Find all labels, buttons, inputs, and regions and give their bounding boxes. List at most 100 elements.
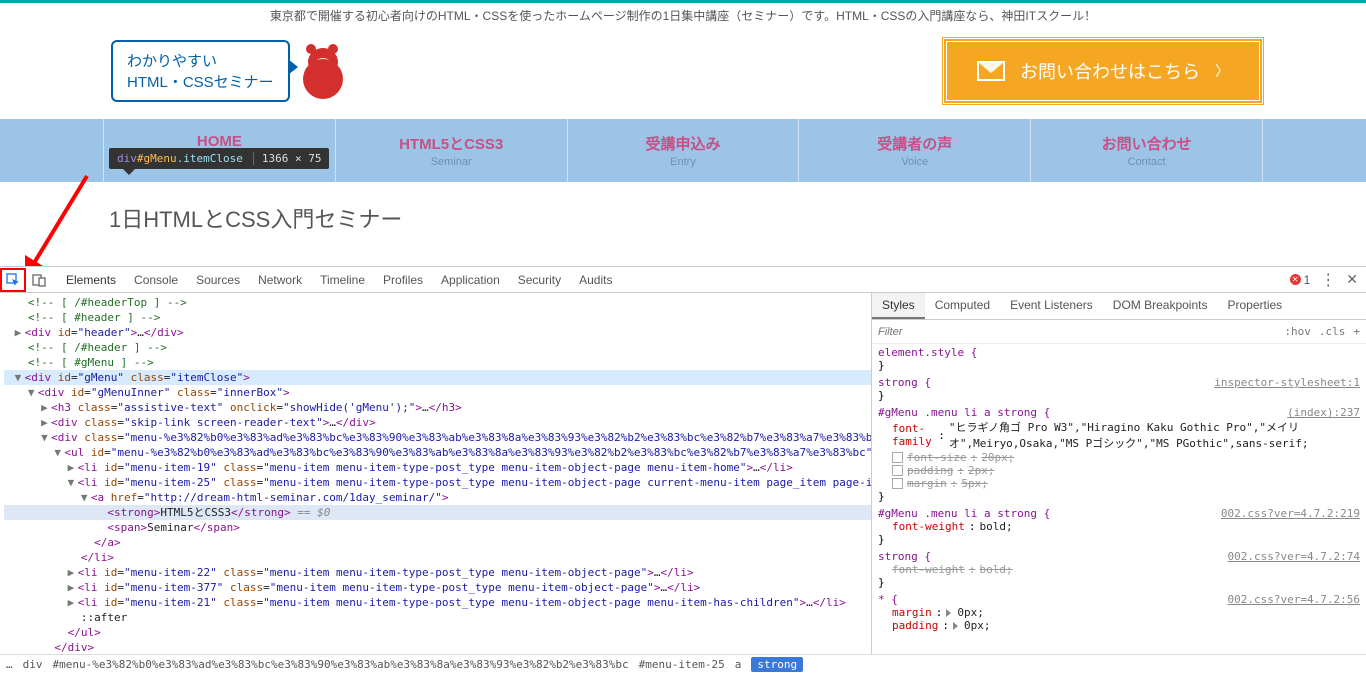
styles-tab-dombreakpoints[interactable]: DOM Breakpoints: [1103, 293, 1218, 319]
source-link[interactable]: 002.css?ver=4.7.2:219: [1221, 507, 1360, 520]
device-toolbar-button[interactable]: [26, 268, 52, 292]
tagline: 東京都で開催する初心者向けのHTML・CSSを使ったホームページ制作の1日集中講…: [0, 3, 1366, 28]
bubble-line1: わかりやすい: [127, 50, 274, 71]
breadcrumb: … div #menu-%e3%82%b0%e3%83%ad%e3%83%bc%…: [0, 654, 1366, 674]
crumb[interactable]: #menu-%e3%82%b0%e3%83%ad%e3%83%bc%e3%83%…: [53, 658, 629, 671]
property-checkbox[interactable]: [892, 465, 903, 476]
tab-application[interactable]: Application: [439, 268, 502, 292]
devtools-close-button[interactable]: ✕: [1346, 271, 1358, 288]
page-title: 1日HTMLとCSS入門セミナー: [103, 182, 1263, 234]
tab-security[interactable]: Security: [516, 268, 563, 292]
rule-strong-inspector[interactable]: strong {inspector-stylesheet:1 }: [878, 376, 1360, 402]
nav-item-label: HTML5とCSS3: [336, 133, 567, 154]
disclosure-triangle-icon[interactable]: ▼: [15, 370, 25, 385]
mascot-icon: [298, 44, 348, 99]
tab-network[interactable]: Network: [256, 268, 304, 292]
disclosure-triangle-icon[interactable]: ▼: [28, 385, 38, 400]
styles-tab-styles[interactable]: Styles: [872, 293, 925, 319]
devtools-tabs: Elements Console Sources Network Timelin…: [64, 268, 614, 292]
hov-toggle[interactable]: :hov: [1284, 325, 1311, 338]
logo-area: わかりやすい HTML・CSSセミナー: [111, 40, 348, 102]
mail-icon: [977, 61, 1005, 81]
tab-audits[interactable]: Audits: [577, 268, 614, 292]
styles-rules[interactable]: element.style { } strong {inspector-styl…: [872, 344, 1366, 654]
nav-item-sub: Voice: [799, 156, 1030, 168]
source-link[interactable]: 002.css?ver=4.7.2:74: [1228, 550, 1360, 563]
elements-tree[interactable]: <!-- [ /#headerTop ] --> <!-- [ #header …: [0, 293, 871, 654]
nav-item-seminar[interactable]: HTML5とCSS3 Seminar: [336, 119, 568, 182]
tab-elements[interactable]: Elements: [64, 268, 118, 292]
bubble-line2: HTML・CSSセミナー: [127, 71, 274, 92]
nav-item-label: お問い合わせ: [1031, 133, 1262, 154]
expand-icon[interactable]: [953, 622, 958, 630]
devtools-toolbar: Elements Console Sources Network Timelin…: [0, 267, 1366, 293]
disclosure-triangle-icon[interactable]: ▶: [68, 580, 78, 595]
disclosure-triangle-icon[interactable]: ▼: [81, 490, 91, 505]
tab-console[interactable]: Console: [132, 268, 180, 292]
disclosure-triangle-icon[interactable]: ▶: [68, 460, 78, 475]
crumb[interactable]: #menu-item-25: [639, 658, 725, 671]
tab-timeline[interactable]: Timeline: [318, 268, 367, 292]
speech-bubble: わかりやすい HTML・CSSセミナー: [111, 40, 290, 102]
styles-filter-input[interactable]: [878, 326, 1284, 338]
rule-strong-css[interactable]: strong {002.css?ver=4.7.2:74 font-weight…: [878, 550, 1360, 589]
source-link[interactable]: inspector-stylesheet:1: [1214, 376, 1360, 389]
rule-gmenu-strong-css[interactable]: #gMenu .menu li a strong {002.css?ver=4.…: [878, 507, 1360, 546]
selected-dom-node[interactable]: <strong>HTML5とCSS3</strong> == $0: [4, 505, 871, 520]
styles-panel: Styles Computed Event Listeners DOM Brea…: [871, 293, 1366, 654]
dom-comment: <!-- [ #gMenu ] -->: [28, 356, 154, 369]
styles-tab-computed[interactable]: Computed: [925, 293, 1000, 319]
nav-item-contact[interactable]: お問い合わせ Contact: [1031, 119, 1263, 182]
dom-comment: <!-- [ /#header ] -->: [28, 341, 167, 354]
styles-tab-eventlisteners[interactable]: Event Listeners: [1000, 293, 1103, 319]
contact-button[interactable]: お問い合わせはこちら 〉: [943, 38, 1263, 104]
contact-button-label: お問い合わせはこちら: [1020, 58, 1200, 84]
disclosure-triangle-icon[interactable]: ▶: [15, 325, 25, 340]
crumb[interactable]: a: [735, 658, 742, 671]
disclosure-triangle-icon[interactable]: ▶: [41, 415, 51, 430]
dom-comment: <!-- [ /#headerTop ] -->: [28, 296, 187, 309]
styles-tab-properties[interactable]: Properties: [1217, 293, 1292, 319]
new-style-button[interactable]: +: [1353, 325, 1360, 338]
disclosure-triangle-icon[interactable]: ▶: [68, 565, 78, 580]
chevron-right-icon: 〉: [1215, 61, 1229, 81]
nav-item-voice[interactable]: 受講者の声 Voice: [799, 119, 1031, 182]
error-count: 1: [1304, 273, 1311, 287]
disclosure-triangle-icon[interactable]: ▶: [41, 400, 51, 415]
nav-item-entry[interactable]: 受講申込み Entry: [568, 119, 800, 182]
tooltip-tag: div: [117, 152, 137, 165]
rule-universal[interactable]: * {002.css?ver=4.7.2:56 margin: 0px; pad…: [878, 593, 1360, 632]
inspect-element-button[interactable]: [0, 268, 26, 292]
styles-tabs: Styles Computed Event Listeners DOM Brea…: [872, 293, 1366, 320]
nav-item-sub: Contact: [1031, 156, 1262, 168]
disclosure-triangle-icon[interactable]: ▼: [54, 445, 64, 460]
disclosure-triangle-icon[interactable]: ▼: [68, 475, 78, 490]
crumb-active[interactable]: strong: [751, 657, 803, 672]
tab-sources[interactable]: Sources: [194, 268, 242, 292]
rule-gmenu-strong-index[interactable]: #gMenu .menu li a strong {(index):237 fo…: [878, 406, 1360, 503]
error-dot-icon: ✕: [1290, 274, 1301, 285]
nav-item-sub: Entry: [568, 156, 799, 168]
devtools-panel: Elements Console Sources Network Timelin…: [0, 266, 1366, 674]
source-link[interactable]: (index):237: [1287, 406, 1360, 419]
crumb[interactable]: div: [23, 658, 43, 671]
tooltip-class: .itemClose: [177, 152, 243, 165]
source-link[interactable]: 002.css?ver=4.7.2:56: [1228, 593, 1360, 606]
disclosure-triangle-icon[interactable]: ▶: [68, 595, 78, 610]
tab-profiles[interactable]: Profiles: [381, 268, 425, 292]
cls-toggle[interactable]: .cls: [1319, 325, 1346, 338]
crumb[interactable]: …: [6, 658, 13, 671]
disclosure-triangle-icon[interactable]: ▼: [41, 430, 51, 445]
tooltip-dimensions: 1366 × 75: [253, 152, 322, 165]
rule-element-style[interactable]: element.style { }: [878, 346, 1360, 372]
tooltip-id: #gMenu: [137, 152, 177, 165]
nav-item-label: 受講者の声: [799, 133, 1030, 154]
nav-item-sub: Seminar: [336, 156, 567, 168]
dom-comment: <!-- [ #header ] -->: [28, 311, 160, 324]
expand-icon[interactable]: [946, 609, 951, 617]
property-checkbox[interactable]: [892, 478, 903, 489]
property-checkbox[interactable]: [892, 452, 903, 463]
error-badge[interactable]: ✕1: [1290, 273, 1311, 287]
element-hover-tooltip: div#gMenu.itemClose 1366 × 75: [109, 148, 329, 169]
devtools-menu-button[interactable]: ⋮: [1320, 270, 1336, 290]
